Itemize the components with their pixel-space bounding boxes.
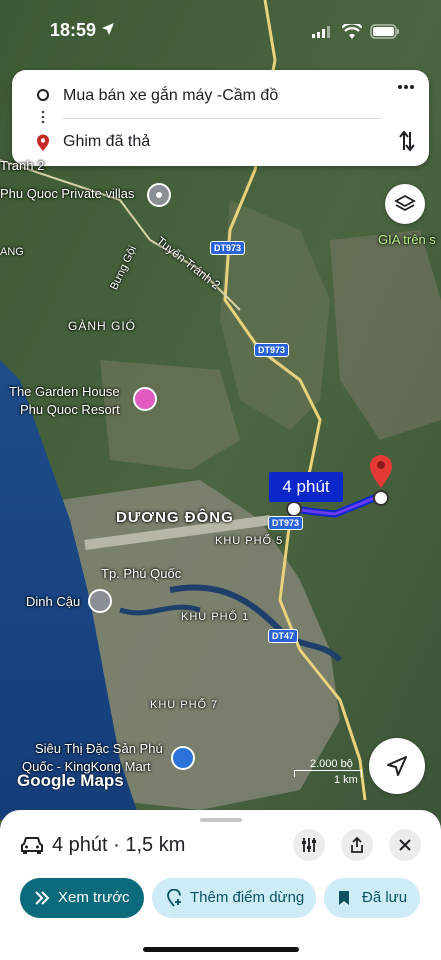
origin-text[interactable]: Mua bán xe gắn máy -Cầm đồ	[63, 87, 278, 105]
directions-card: Mua bán xe gắn máy -Cầm đồ Ghim đã thả	[12, 70, 429, 166]
origin-row[interactable]: Mua bán xe gắn máy -Cầm đồ	[12, 76, 429, 116]
preview-button[interactable]: Xem trước	[20, 878, 144, 918]
location-arrow-icon	[102, 23, 114, 35]
destination-text[interactable]: Ghim đã thả	[63, 133, 150, 151]
map-label-gia: GIA trên s	[378, 232, 436, 247]
map-label-tranh2: Tranh 2	[0, 158, 45, 173]
status-bar: 18:59	[0, 0, 441, 60]
map-layers-button[interactable]	[385, 184, 425, 224]
close-icon	[399, 839, 411, 851]
navigation-arrow-icon	[387, 756, 407, 776]
map-scale: 2.000 bộ 1 km	[294, 758, 362, 786]
sliders-icon	[302, 838, 316, 852]
origin-circle-icon	[37, 89, 49, 101]
bookmark-icon	[339, 891, 349, 905]
road-badge-dt973: DT973	[210, 241, 246, 255]
add-stop-button-label: Thêm điểm dừng	[190, 889, 305, 906]
road-badge-dt47: DT47	[268, 629, 299, 643]
battery-icon	[370, 24, 399, 39]
route-bottom-sheet: 4 phút · 1,5 km Xem trước Thêm điểm dừng…	[0, 810, 441, 960]
map-label-ang: ANG	[0, 246, 24, 258]
card-divider	[63, 118, 381, 119]
map-label-tp-phu-quoc: Tp. Phú Quốc	[101, 566, 182, 581]
add-stop-pin-icon	[167, 889, 181, 907]
route-options-button[interactable]	[293, 829, 325, 861]
route-time-badge[interactable]: 4 phút	[269, 472, 343, 502]
home-indicator	[143, 947, 299, 952]
map-label-khu-pho-5: KHU PHỐ 5	[215, 535, 284, 547]
close-button[interactable]	[389, 829, 421, 861]
google-maps-logo: Google Maps	[17, 771, 124, 790]
wifi-icon	[342, 24, 362, 39]
cellular-signal-icon	[312, 26, 330, 38]
saved-button[interactable]: Đã lưu	[324, 878, 420, 918]
map-label-phuquoc-villas: Phu Quoc Private villas	[0, 186, 135, 201]
share-icon	[351, 837, 363, 853]
layers-icon	[394, 194, 416, 212]
saved-button-label: Đã lưu	[362, 889, 408, 906]
road-badge-dt973: DT973	[254, 343, 290, 357]
route-summary: 4 phút · 1,5 km	[52, 834, 186, 856]
road-badge-dt973: DT973	[268, 516, 304, 530]
destination-pin-icon	[37, 134, 49, 151]
double-chevron-icon	[35, 891, 50, 905]
route-time-text: 4 phút	[282, 477, 330, 496]
share-button[interactable]	[341, 829, 373, 861]
scale-imperial: 2.000 bộ	[310, 758, 353, 770]
map-label-garden-house-2: Phu Quoc Resort	[20, 402, 120, 417]
map-label-khu-pho-1: KHU PHỐ 1	[181, 611, 250, 623]
recenter-navigation-button[interactable]	[369, 738, 425, 794]
preview-button-label: Xem trước	[58, 889, 130, 906]
map-label-khu-pho-7: KHU PHỐ 7	[150, 699, 219, 711]
more-options-icon[interactable]	[397, 84, 415, 90]
car-icon	[21, 837, 43, 854]
add-stop-button[interactable]: Thêm điểm dừng	[152, 878, 316, 918]
map-label-duong-dong: DƯƠNG ĐÔNG	[116, 509, 234, 526]
destination-row[interactable]: Ghim đã thả	[12, 122, 429, 162]
map-label-dinh-cau: Dinh Cậu	[26, 594, 81, 609]
sheet-drag-handle[interactable]	[200, 818, 242, 822]
status-time: 18:59	[50, 20, 97, 40]
map-label-sieuthi-1: Siêu Thị Đặc Sản Phú	[35, 741, 163, 756]
swap-direction-icon[interactable]	[399, 130, 415, 152]
map-label-ganh-gio: GÀNH GIÓ	[68, 319, 137, 333]
map-label-garden-house-1: The Garden House	[9, 384, 120, 399]
scale-metric: 1 km	[334, 774, 358, 786]
